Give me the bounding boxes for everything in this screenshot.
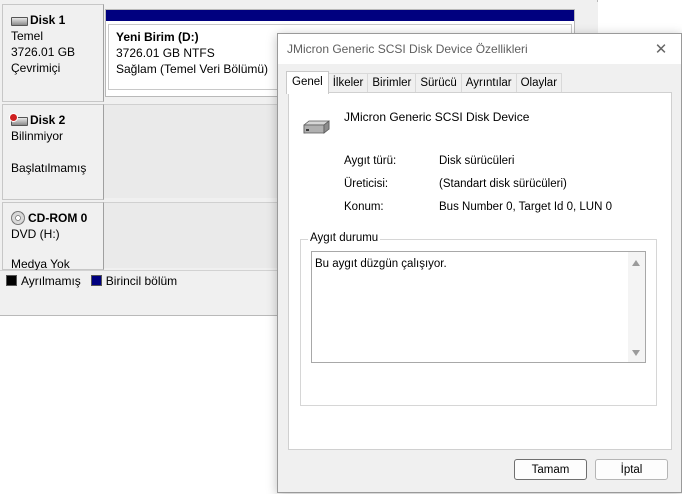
device-type-value: Disk sürücüleri [439,155,515,167]
manufacturer-label: Üreticisi: [344,178,389,190]
legend-label-primary: Birincil bölüm [105,273,178,288]
cdrom-0-type: DVD (H:) [11,227,60,241]
legend-label-unallocated: Ayrılmamış [21,273,81,288]
general-tab-panel: JMicron Generic SCSI Disk Device Aygıt t… [288,92,672,450]
device-name: JMicron Generic SCSI Disk Device [344,110,530,124]
close-icon: ✕ [654,41,668,58]
device-status-text: Bu aygıt düzgün çalışıyor. [315,258,447,270]
device-drive-icon [303,120,330,134]
legend-swatch-primary [90,275,102,286]
hard-disk-icon [11,15,28,26]
tab-ayrintilar[interactable]: Ayrıntılar [460,73,517,93]
tab-olaylar[interactable]: Olaylar [515,73,563,93]
legend-swatch-unallocated [6,275,17,286]
properties-dialog: JMicron Generic SCSI Disk Device Özellik… [277,33,682,493]
device-status-title: Aygıt durumu [308,232,381,244]
legend-unallocated: Ayrılmamış [6,274,81,288]
tab-genel[interactable]: Genel [286,71,329,94]
disk-1-status: Çevrimiçi [11,61,61,75]
device-status-textbox[interactable]: Bu aygıt düzgün çalışıyor. [311,251,646,363]
status-scrollbar[interactable] [628,252,645,362]
disk-1-name: Disk 1 [30,13,66,27]
cdrom-0-label[interactable]: CD-ROM 0 DVD (H:) Medya Yok [2,202,104,271]
tab-surucu[interactable]: Sürücü [415,73,462,93]
disk-1-type: Temel [11,29,44,43]
disk-2-name: Disk 2 [30,113,66,127]
disk-2-label[interactable]: Disk 2 Bilinmiyor Başlatılmamış [2,104,104,200]
device-type-label: Aygıt türü: [344,155,397,167]
legend-primary: Birincil bölüm [90,273,178,288]
disk-1-size: 3726.01 GB [11,45,76,59]
tab-strip: Genel İlkeler Birimler Sürücü Ayrıntılar… [286,71,563,94]
device-status-group: Aygıt durumu Bu aygıt düzgün çalışıyor. [300,232,657,406]
tab-ilkeler[interactable]: İlkeler [327,73,369,93]
manufacturer-value: (Standart disk sürücüleri) [439,178,567,190]
disk-2-type: Bilinmiyor [11,129,64,143]
dialog-title: JMicron Generic SCSI Disk Device Özellik… [287,42,528,56]
location-value: Bus Number 0, Target Id 0, LUN 0 [439,201,613,213]
cdrom-icon [11,211,25,225]
disk-error-icon [9,113,28,126]
disk-1-label[interactable]: Disk 1 Temel 3726.01 GB Çevrimiçi [2,4,104,102]
tab-birimler[interactable]: Birimler [367,73,417,93]
ok-button[interactable]: Tamam [514,459,587,480]
cdrom-0-name: CD-ROM 0 [28,211,88,225]
disk-2-status: Başlatılmamış [11,161,87,175]
location-label: Konum: [344,201,384,213]
close-button[interactable]: ✕ [651,39,671,59]
dialog-titlebar[interactable]: JMicron Generic SCSI Disk Device Özellik… [278,34,681,64]
scroll-down-icon[interactable] [632,350,640,356]
partition-color-bar [106,10,574,24]
scroll-up-icon[interactable] [632,260,640,266]
cancel-button[interactable]: İptal [595,459,668,480]
